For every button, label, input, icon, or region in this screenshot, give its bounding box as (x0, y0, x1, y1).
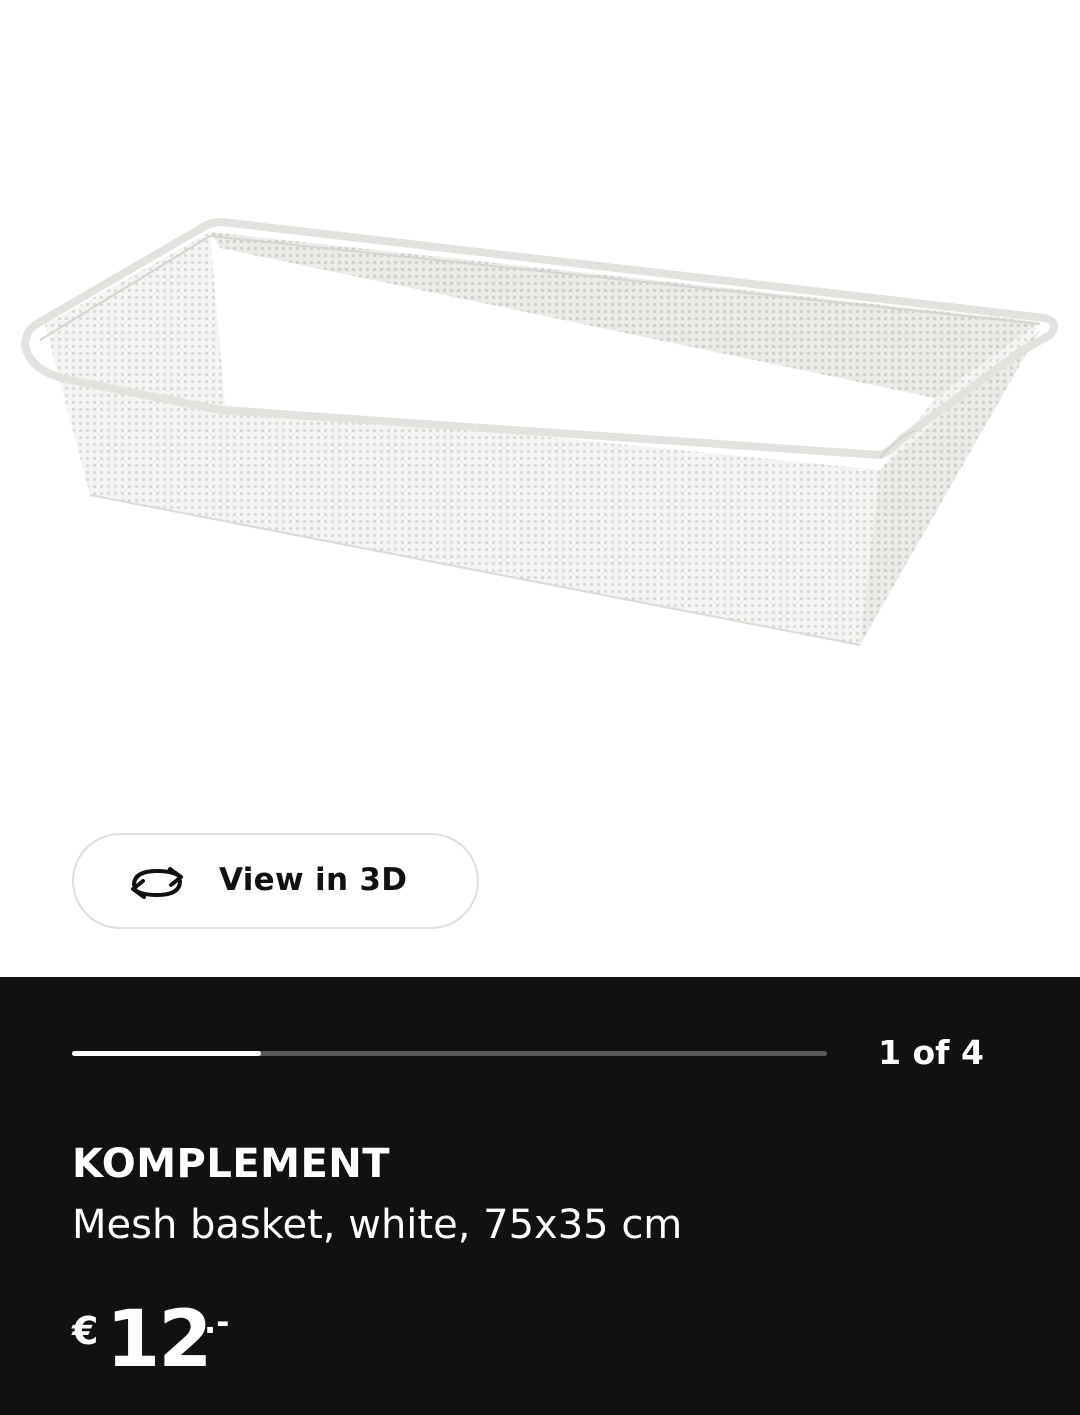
price-decimals: .- (204, 1303, 230, 1341)
product-image[interactable] (0, 0, 1080, 800)
product-description: Mesh basket, white, 75x35 cm (72, 1202, 683, 1248)
gallery-progress-fill (72, 1051, 261, 1056)
view-in-3d-label: View in 3D (219, 862, 408, 898)
product-page: View in 3D 1 of 4 KOMPLEMENT Mesh basket… (0, 0, 1080, 1415)
rotate-3d-icon (131, 867, 183, 899)
gallery-page-counter: 1 of 4 (878, 1033, 984, 1072)
view-in-3d-button[interactable]: View in 3D (72, 833, 479, 929)
product-info-panel: 1 of 4 KOMPLEMENT Mesh basket, white, 75… (0, 977, 1080, 1415)
price-currency: € (72, 1309, 99, 1353)
price-amount: 12 (106, 1295, 213, 1385)
gallery-progress-bar (72, 1051, 827, 1056)
product-image-area[interactable]: View in 3D (0, 0, 1080, 977)
product-name: KOMPLEMENT (72, 1141, 391, 1187)
